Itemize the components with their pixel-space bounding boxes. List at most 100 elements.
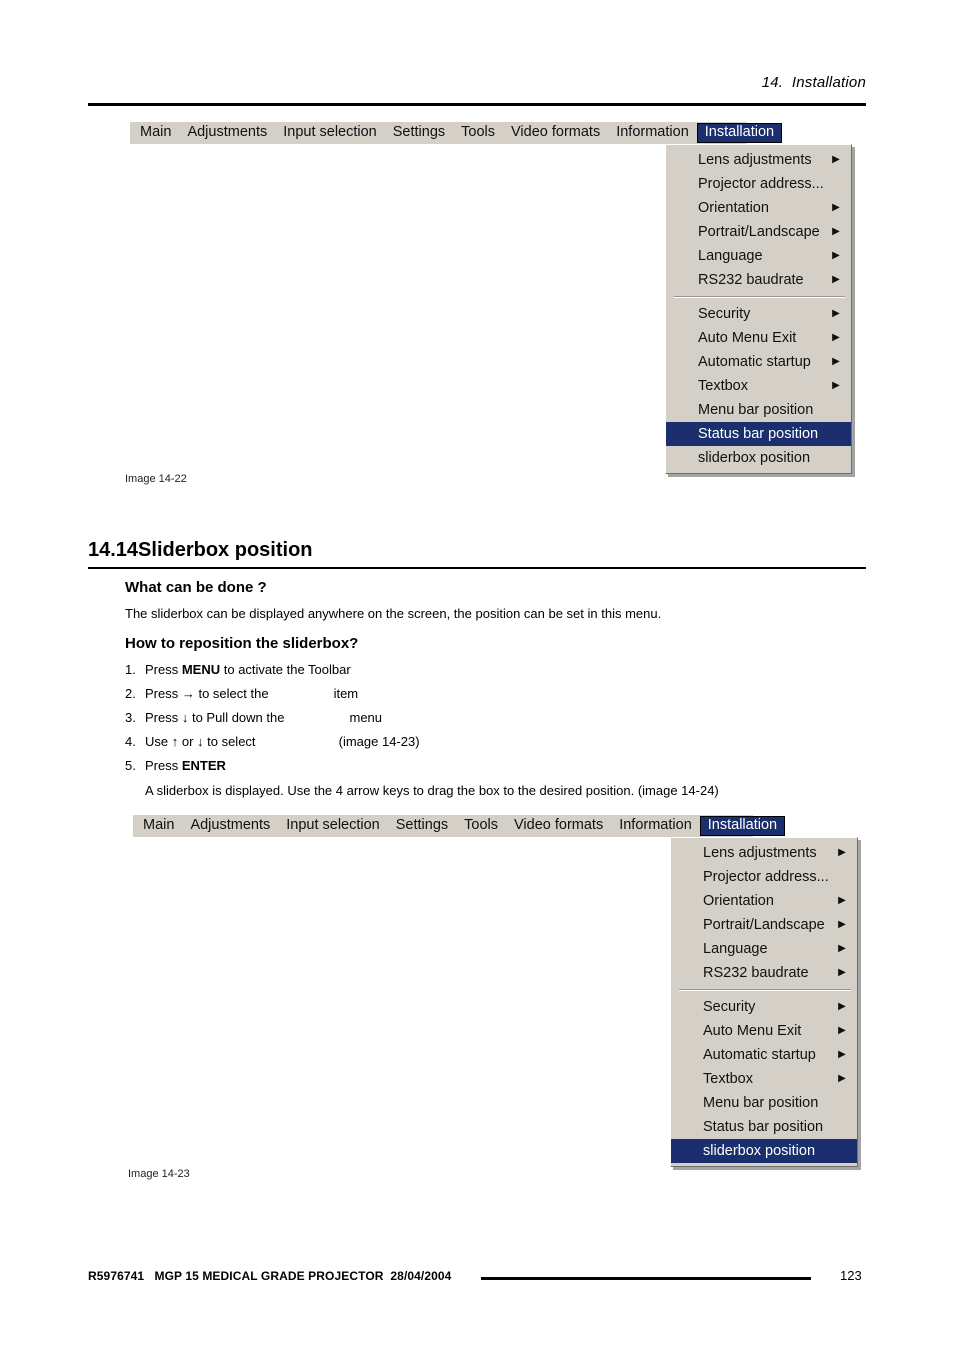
menu-item-label: RS232 baudrate bbox=[698, 271, 804, 288]
menubar-item-settings[interactable]: Settings bbox=[388, 816, 456, 836]
menu-separator bbox=[674, 296, 845, 298]
menubar-item-input-selection[interactable]: Input selection bbox=[278, 816, 388, 836]
menu-item-label: Automatic startup bbox=[698, 353, 811, 370]
osd-menubar: Main Adjustments Input selection Settings To… bbox=[133, 815, 786, 837]
menubar-item-installation[interactable]: Installation bbox=[699, 816, 786, 836]
menu-item-orientation[interactable]: Orientation ▶ bbox=[666, 196, 851, 220]
installation-dropdown-menu[interactable]: Lens adjustments ▶ Projector address... Ori… bbox=[665, 144, 852, 474]
submenu-arrow-icon: ▶ bbox=[832, 380, 840, 391]
submenu-arrow-icon: ▶ bbox=[838, 1049, 846, 1060]
menu-item-portrait-landscape[interactable]: Portrait/Landscape ▶ bbox=[671, 913, 857, 937]
step-result-note: A sliderbox is displayed. Use the 4 arro… bbox=[145, 783, 719, 798]
step-item-3: 3. Press ↓ to Pull down the menu bbox=[125, 710, 382, 725]
menu-item-lens-adjustments[interactable]: Lens adjustments ▶ bbox=[666, 148, 851, 172]
menu-item-projector-address[interactable]: Projector address... bbox=[666, 172, 851, 196]
submenu-arrow-icon: ▶ bbox=[838, 943, 846, 954]
menu-item-sliderbox-position[interactable]: sliderbox position bbox=[671, 1139, 857, 1163]
menubar-item-main[interactable]: Main bbox=[132, 123, 179, 143]
menu-item-label: RS232 baudrate bbox=[703, 964, 809, 981]
page-title: 14.14Sliderbox position bbox=[88, 539, 313, 561]
step-item-4: 4. Use ↑ or ↓ to select (image 14-23) bbox=[125, 734, 420, 749]
page-header: 14. Installation bbox=[88, 74, 866, 91]
missing-bold-term bbox=[256, 734, 339, 749]
menu-item-label: Security bbox=[703, 998, 756, 1015]
menu-item-textbox[interactable]: Textbox ▶ bbox=[671, 1067, 857, 1091]
menu-item-status-bar-position[interactable]: Status bar position bbox=[671, 1115, 857, 1139]
menu-item-menu-bar-position[interactable]: Menu bar position bbox=[666, 398, 851, 422]
menu-item-automatic-startup[interactable]: Automatic startup ▶ bbox=[666, 350, 851, 374]
menubar-item-information[interactable]: Information bbox=[611, 816, 700, 836]
menu-item-rs232-baudrate[interactable]: RS232 baudrate ▶ bbox=[666, 268, 851, 292]
menu-item-security[interactable]: Security ▶ bbox=[666, 302, 851, 326]
menu-item-label: Orientation bbox=[703, 892, 774, 909]
menu-item-label: Lens adjustments bbox=[698, 151, 812, 168]
submenu-arrow-icon: ▶ bbox=[832, 274, 840, 285]
submenu-arrow-icon: ▶ bbox=[832, 202, 840, 213]
menubar-item-tools[interactable]: Tools bbox=[453, 123, 503, 143]
step-number: 1. bbox=[125, 662, 136, 677]
menu-item-textbox[interactable]: Textbox ▶ bbox=[666, 374, 851, 398]
menu-item-label: Menu bar position bbox=[703, 1094, 819, 1111]
menu-item-label: sliderbox position bbox=[703, 1142, 816, 1159]
menu-item-label: sliderbox position bbox=[698, 449, 811, 466]
menubar-item-video-formats[interactable]: Video formats bbox=[506, 816, 611, 836]
step-number: 5. bbox=[125, 758, 136, 773]
menubar-item-adjustments[interactable]: Adjustments bbox=[179, 123, 275, 143]
menu-item-status-bar-position[interactable]: Status bar position bbox=[666, 422, 851, 446]
step-number: 4. bbox=[125, 734, 136, 749]
menu-item-label: Security bbox=[698, 305, 751, 322]
menu-item-menu-bar-position[interactable]: Menu bar position bbox=[671, 1091, 857, 1115]
menubar-item-adjustments[interactable]: Adjustments bbox=[182, 816, 278, 836]
menu-item-security[interactable]: Security ▶ bbox=[671, 995, 857, 1019]
menu-item-orientation[interactable]: Orientation ▶ bbox=[671, 889, 857, 913]
menubar-item-input-selection[interactable]: Input selection bbox=[275, 123, 385, 143]
menu-item-label: Language bbox=[698, 247, 763, 264]
submenu-arrow-icon: ▶ bbox=[838, 1001, 846, 1012]
page-number: 123 bbox=[840, 1268, 862, 1283]
menu-item-label: Status bar position bbox=[698, 425, 819, 442]
step-item-5: 5. Press ENTER bbox=[125, 758, 226, 773]
menu-item-automatic-startup[interactable]: Automatic startup ▶ bbox=[671, 1043, 857, 1067]
chapter-header-text: 14. Installation bbox=[761, 74, 866, 91]
missing-bold-term bbox=[284, 710, 349, 725]
menu-item-rs232-baudrate[interactable]: RS232 baudrate ▶ bbox=[671, 961, 857, 985]
submenu-arrow-icon: ▶ bbox=[832, 154, 840, 165]
installation-dropdown-menu[interactable]: Lens adjustments ▶ Projector address... Ori… bbox=[670, 837, 858, 1167]
menubar-item-information[interactable]: Information bbox=[608, 123, 697, 143]
menu-item-label: Auto Menu Exit bbox=[698, 329, 797, 346]
step-text: Press → to select the item bbox=[145, 686, 359, 701]
menu-item-label: Auto Menu Exit bbox=[703, 1022, 802, 1039]
menu-item-portrait-landscape[interactable]: Portrait/Landscape ▶ bbox=[666, 220, 851, 244]
subheading-how-to-reposition: How to reposition the sliderbox? bbox=[125, 635, 359, 652]
figure-caption-2: Image 14-23 bbox=[128, 1168, 190, 1180]
submenu-arrow-icon: ▶ bbox=[832, 308, 840, 319]
footer-document-line: R5976741 MGP 15 MEDICAL GRADE PROJECTOR … bbox=[88, 1269, 452, 1283]
what-can-be-done-body: The sliderbox can be displayed anywhere … bbox=[125, 606, 662, 621]
section-title-rule bbox=[88, 567, 866, 569]
menu-item-label: Status bar position bbox=[703, 1118, 824, 1135]
menu-item-auto-menu-exit[interactable]: Auto Menu Exit ▶ bbox=[671, 1019, 857, 1043]
step-item-2: 2. Press → to select the item bbox=[125, 686, 358, 701]
menu-item-label: Textbox bbox=[698, 377, 748, 394]
menubar-item-video-formats[interactable]: Video formats bbox=[503, 123, 608, 143]
menubar-item-installation[interactable]: Installation bbox=[696, 123, 783, 143]
menubar-item-tools[interactable]: Tools bbox=[456, 816, 506, 836]
menu-item-sliderbox-position[interactable]: sliderbox position bbox=[666, 446, 851, 470]
submenu-arrow-icon: ▶ bbox=[832, 226, 840, 237]
menu-item-label: Automatic startup bbox=[703, 1046, 816, 1063]
menu-item-label: Lens adjustments bbox=[703, 844, 817, 861]
menu-item-language[interactable]: Language ▶ bbox=[671, 937, 857, 961]
menubar-item-main[interactable]: Main bbox=[135, 816, 182, 836]
menubar-item-settings[interactable]: Settings bbox=[385, 123, 453, 143]
menu-item-lens-adjustments[interactable]: Lens adjustments ▶ bbox=[671, 841, 857, 865]
header-divider-rule bbox=[88, 103, 866, 106]
menu-item-language[interactable]: Language ▶ bbox=[666, 244, 851, 268]
menu-item-projector-address[interactable]: Projector address... bbox=[671, 865, 857, 889]
osd-menubar: Main Adjustments Input selection Settings To… bbox=[130, 122, 783, 144]
step-number: 2. bbox=[125, 686, 136, 701]
menu-item-label: Textbox bbox=[703, 1070, 753, 1087]
menu-item-auto-menu-exit[interactable]: Auto Menu Exit ▶ bbox=[666, 326, 851, 350]
missing-bold-term bbox=[269, 686, 334, 701]
footer-divider-rule bbox=[481, 1277, 811, 1280]
submenu-arrow-icon: ▶ bbox=[838, 1025, 846, 1036]
